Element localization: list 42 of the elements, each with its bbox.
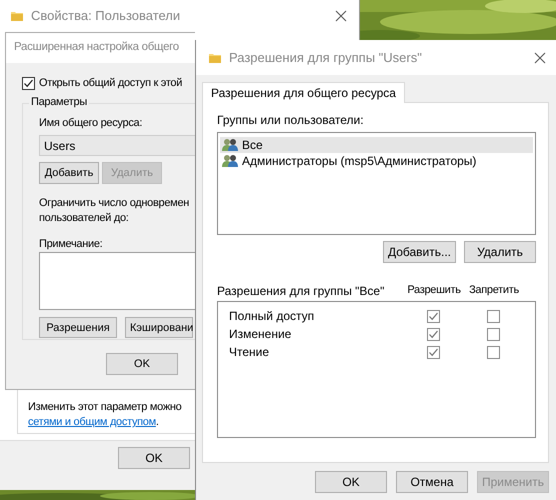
deny-checkbox[interactable] [486,310,500,323]
remove-button[interactable]: Удалить [464,240,536,263]
network-link[interactable]: сетями и общим доступом [28,416,156,428]
permission-name: Полный доступ [229,308,316,324]
users-icon [222,138,238,152]
cancel-button[interactable]: Отмена [396,471,468,494]
comment-field[interactable] [39,252,195,310]
limit-text: Ограничить число одновремен пользователей до: [39,196,190,226]
allow-checkbox[interactable] [426,346,440,359]
permission-name: Чтение [229,344,270,360]
users-icon [222,154,238,168]
field-label: Разрешения для группы "Все" [217,284,386,298]
allow-checkbox[interactable] [426,328,440,341]
field-label: Имя общего ресурса: [39,117,144,130]
column-header: Запретить [468,284,520,298]
ok-button[interactable]: OK [106,353,178,376]
list-item[interactable]: Все [220,136,533,153]
share-name-field[interactable]: Users [39,135,195,156]
list-item[interactable]: Администраторы (msp5\Администраторы) [220,152,533,169]
share-checkbox[interactable] [22,77,35,90]
field-label: Примечание: [39,238,104,252]
window-title: Разрешения для группы "Users" [229,50,422,66]
caching-button[interactable]: Кэшировани [125,316,193,338]
deny-checkbox[interactable] [486,328,500,341]
tab[interactable]: Разрешения для общего ресурса [202,82,405,104]
ok-button[interactable]: OK [315,471,387,494]
folder-icon [10,9,24,23]
field-label: Группы или пользователи: [217,113,365,128]
permission-name: Изменение [229,326,292,342]
column-header: Разрешить [406,284,462,298]
window-title: Свойства: Пользователи [31,8,180,24]
group-title: Параметры [29,96,89,110]
deny-checkbox[interactable] [486,346,500,359]
add-button[interactable]: Добавить [39,162,99,184]
add-button[interactable]: Добавить... [383,240,456,263]
close-icon[interactable] [534,52,546,64]
ok-button[interactable]: OK [118,447,190,469]
window-title: Расширенная настройка общего [14,41,179,55]
allow-checkbox[interactable] [426,310,440,323]
close-icon[interactable] [335,10,347,22]
permissions-button[interactable]: Разрешения [39,316,117,338]
checkbox-label: Открыть общий доступ к этой [39,77,182,90]
